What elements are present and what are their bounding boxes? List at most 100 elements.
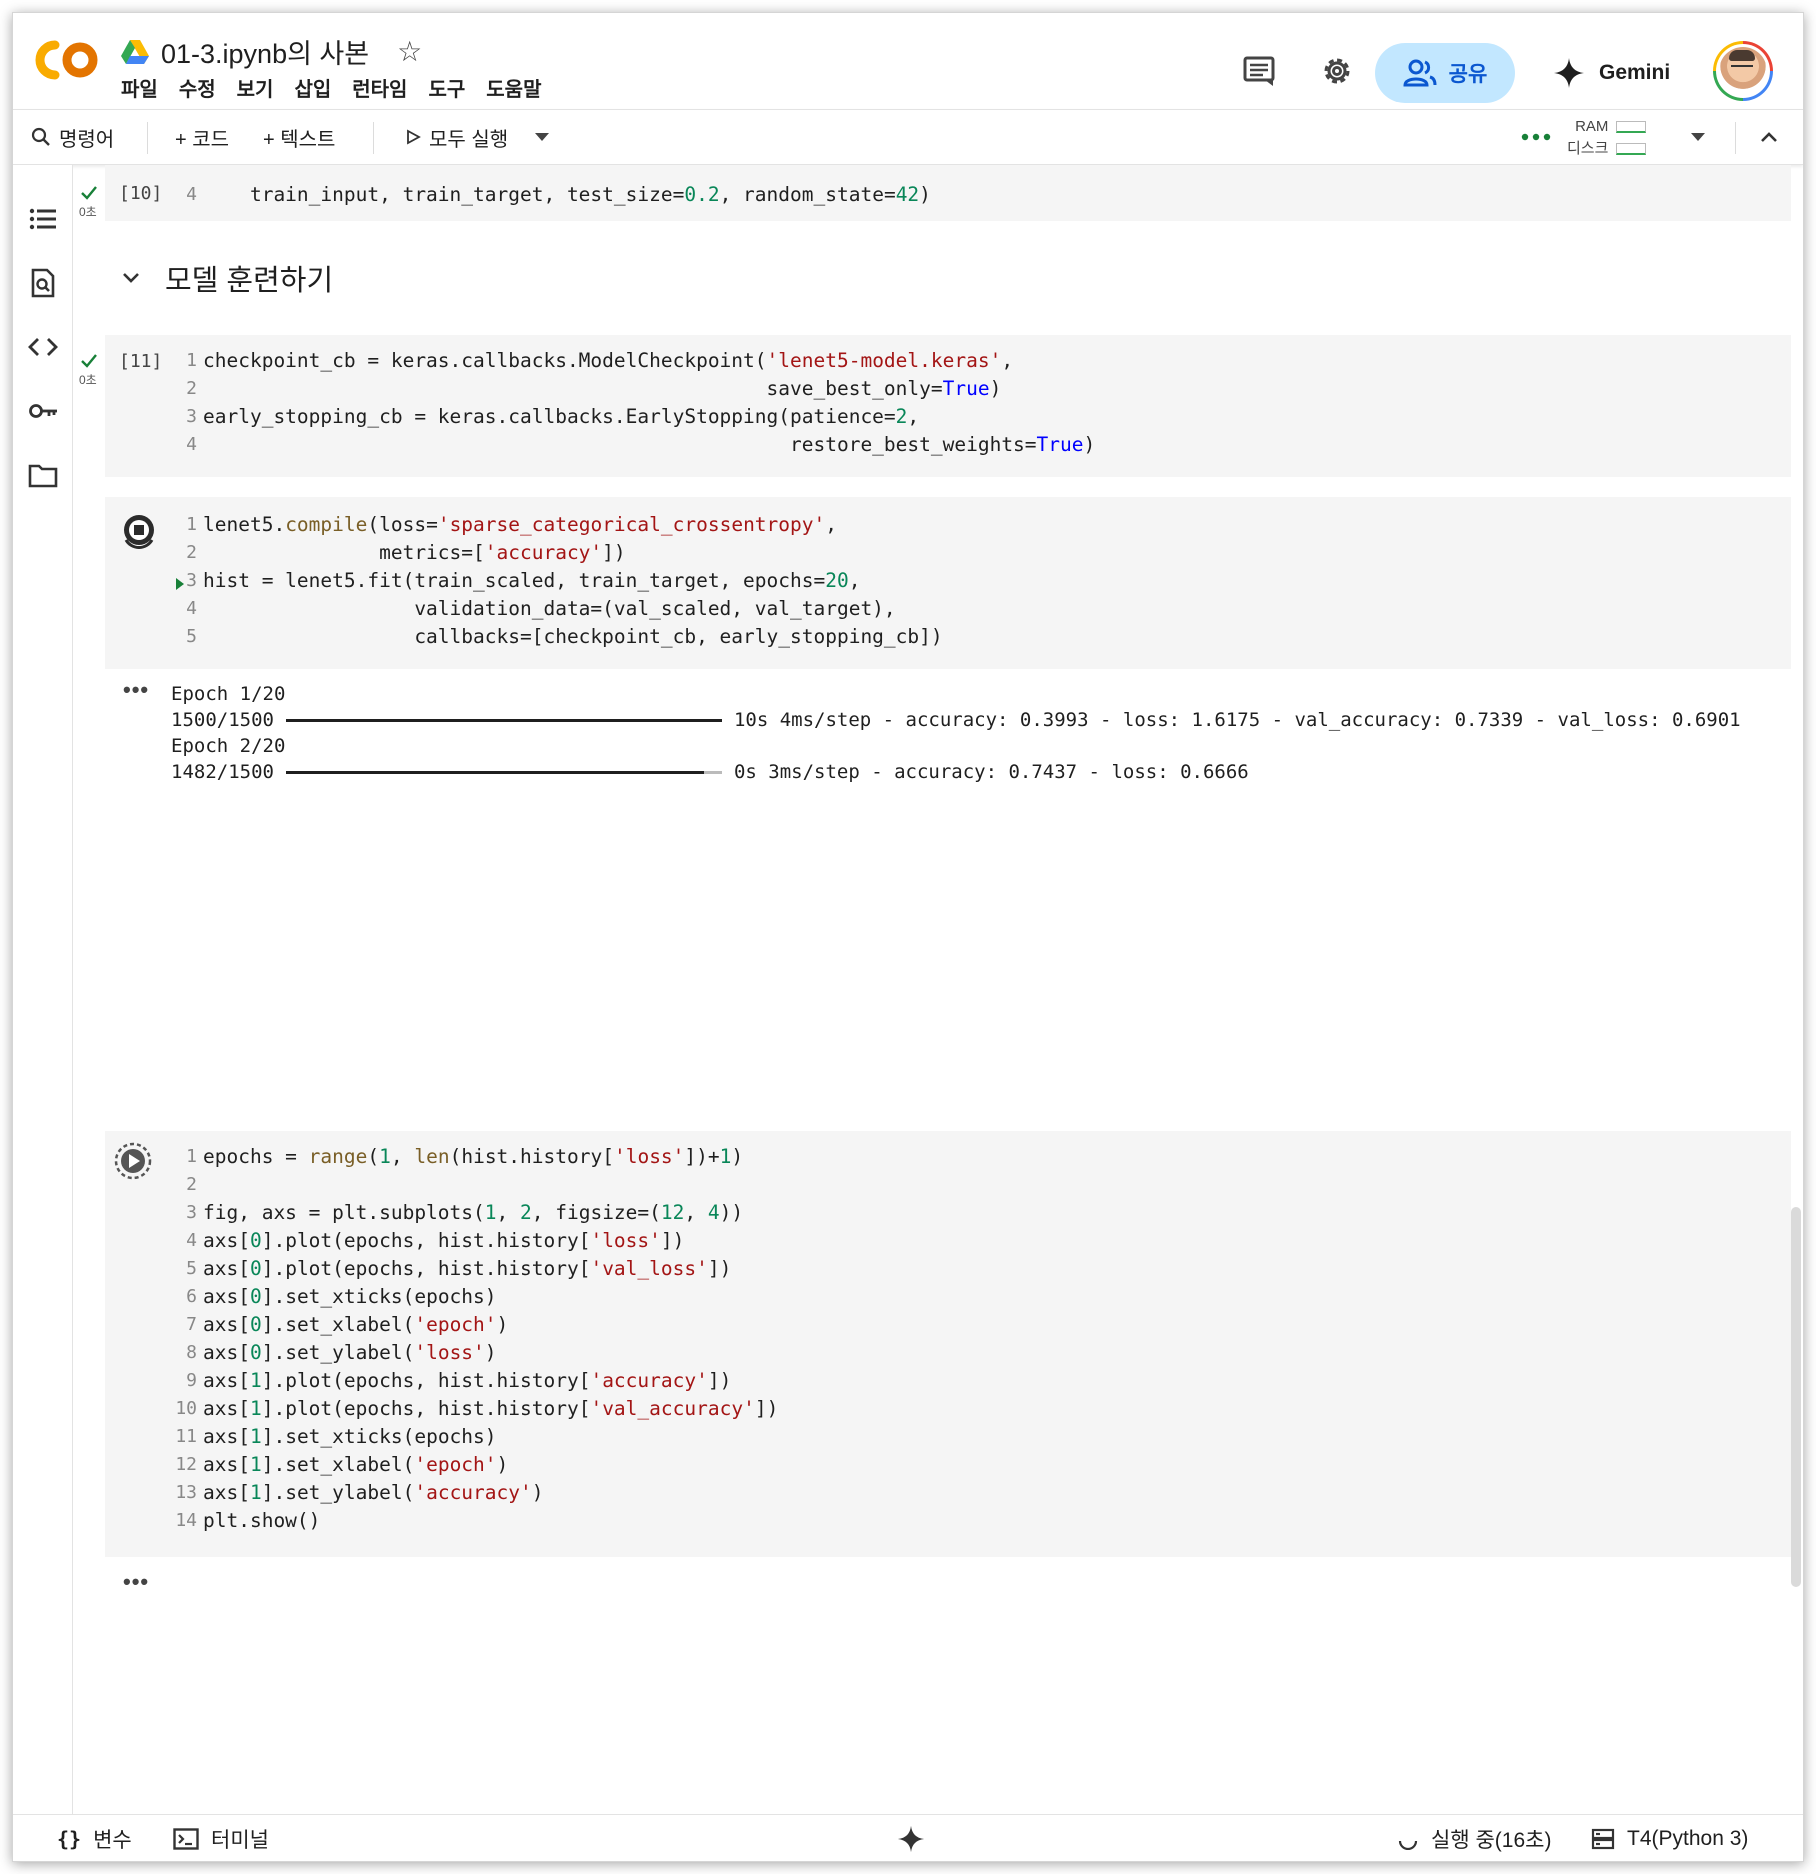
add-code-button[interactable]: + 코드 <box>175 110 229 164</box>
code-token: ( <box>367 1145 380 1168</box>
find-in-page-icon[interactable] <box>27 267 59 299</box>
section-collapse-chevron-icon[interactable] <box>121 271 141 285</box>
resource-monitor[interactable]: RAM 디스크 <box>1567 116 1647 160</box>
code-token: )) <box>719 1201 744 1224</box>
code-editor[interactable]: 1 epochs = range(1, len(hist.history['los… <box>105 1143 1791 1543</box>
resource-dropdown[interactable] <box>1689 110 1707 164</box>
code-token: train_input, train_target, test_size= <box>203 183 685 206</box>
vertical-scrollbar[interactable] <box>1791 1207 1801 1587</box>
menu-runtime[interactable]: 런타임 <box>352 73 407 102</box>
code-text: callbacks=[checkpoint_cb, early_stopping… <box>203 623 942 651</box>
line-number: 3 <box>186 406 197 427</box>
runtime-info-button[interactable]: T4(Python 3) <box>1591 1815 1749 1861</box>
menu-edit[interactable]: 수정 <box>179 73 216 102</box>
code-cell-11[interactable]: 0초 [11] 1 checkpoint_cb = keras.callbacks… <box>79 335 1791 477</box>
people-icon <box>1403 59 1437 87</box>
code-token: axs[ <box>203 1229 250 1252</box>
line-number: 13 <box>175 1482 197 1503</box>
code-token: metrics=[ <box>203 541 485 564</box>
code-token: compile <box>285 513 368 536</box>
run-all-label: 모두 실행 <box>429 128 509 151</box>
avatar[interactable] <box>1713 41 1773 101</box>
code-text: axs[0].set_xlabel('epoch') <box>203 1311 508 1339</box>
menu-insert[interactable]: 삽입 <box>294 73 331 102</box>
code-token: 'loss' <box>613 1145 685 1168</box>
code-token: axs[ <box>203 1397 250 1420</box>
code-token: 0 <box>249 1285 262 1308</box>
code-token: (hist.history[ <box>449 1145 614 1168</box>
table-of-contents-icon[interactable] <box>27 203 59 235</box>
output-step1: 1500/1500 <box>171 709 274 731</box>
key-icon[interactable] <box>27 395 59 427</box>
menu-view[interactable]: 보기 <box>237 73 274 102</box>
toolbar: 명령어 + 코드 + 텍스트 모두 실행 RAM 디스크 <box>13 109 1803 165</box>
code-token: ].set_xlabel( <box>261 1453 415 1476</box>
code-cell-12[interactable]: 1 lenet5.compile(loss='sparse_categorical… <box>105 497 1791 669</box>
caret-down-icon <box>535 133 549 141</box>
line-number: 12 <box>175 1454 197 1475</box>
check-icon <box>81 354 97 368</box>
code-token: 'accuracy' <box>590 1369 708 1392</box>
output-actions-ellipsis[interactable]: ••• <box>123 1569 149 1595</box>
code-token: ].plot(epochs, hist.history[ <box>261 1397 591 1420</box>
line-number: 11 <box>175 1426 197 1447</box>
add-text-button[interactable]: + 텍스트 <box>263 110 335 164</box>
notebook-title[interactable]: 01-3.ipynb의 사본 <box>161 32 369 71</box>
comment-icon[interactable] <box>1241 53 1277 89</box>
exec-time: 0초 <box>79 373 97 387</box>
code-cell-13[interactable]: 1 epochs = range(1, len(hist.history['los… <box>105 1131 1791 1557</box>
gemini-status-button[interactable] <box>897 1815 925 1861</box>
code-token: 'accuracy' <box>484 541 603 564</box>
code-text: axs[1].set_xlabel('epoch') <box>203 1451 508 1479</box>
code-editor[interactable]: 1 checkpoint_cb = keras.callbacks.ModelCh… <box>105 347 1791 467</box>
code-snippets-icon[interactable] <box>27 331 59 363</box>
code-token: 1 <box>249 1453 262 1476</box>
run-options-dropdown[interactable] <box>533 110 551 164</box>
variables-button[interactable]: {} 변수 <box>57 1815 132 1861</box>
section-title: 모델 훈련하기 <box>165 265 334 297</box>
menu-help[interactable]: 도움말 <box>486 73 541 102</box>
run-all-button[interactable]: 모두 실행 <box>405 110 508 164</box>
code-token: ].set_xticks(epochs) <box>261 1425 497 1448</box>
code-editor[interactable]: 1 lenet5.compile(loss='sparse_categorical… <box>105 511 1791 661</box>
running-status[interactable]: 실행 중(16초) <box>1397 1815 1551 1861</box>
star-icon[interactable]: ☆ <box>397 35 422 68</box>
output-epoch2: Epoch 2/20 <box>171 735 286 757</box>
code-editor[interactable]: 4 train_input, train_target, test_size=0… <box>105 181 1791 211</box>
toolbar-divider <box>373 122 374 154</box>
gear-icon[interactable] <box>1319 53 1355 89</box>
commands-button[interactable]: 명령어 <box>31 110 114 164</box>
google-drive-icon[interactable] <box>121 38 149 64</box>
line-number: 2 <box>186 378 197 399</box>
code-token: ].set_xticks(epochs) <box>261 1285 497 1308</box>
gemini-button[interactable]: Gemini <box>1553 51 1670 95</box>
code-token: 1 <box>719 1145 732 1168</box>
runtime-label: T4(Python 3) <box>1627 1827 1749 1850</box>
code-cell-10[interactable]: 0초 [10] 4 train_input, train_target, tes… <box>79 165 1791 221</box>
commands-label: 명령어 <box>59 128 115 151</box>
code-text: axs[1].set_xticks(epochs) <box>203 1423 497 1451</box>
menu-tools[interactable]: 도구 <box>428 73 465 102</box>
code-text: validation_data=(val_scaled, val_target)… <box>203 595 895 623</box>
code-token: True <box>1036 433 1084 456</box>
gemini-sparkle-icon <box>1554 58 1584 88</box>
line-number: 1 <box>186 350 197 371</box>
line-number: 4 <box>186 598 197 619</box>
code-token: ].plot(epochs, hist.history[ <box>261 1229 591 1252</box>
code-token: ].plot(epochs, hist.history[ <box>261 1369 591 1392</box>
disk-label: 디스크 <box>1567 140 1609 157</box>
collapse-header-button[interactable] <box>1759 110 1779 164</box>
code-text: train_input, train_target, test_size=0.2… <box>203 181 931 209</box>
code-token: 0 <box>249 1341 262 1364</box>
colab-logo[interactable] <box>33 37 101 83</box>
more-options-button[interactable] <box>1521 110 1551 164</box>
code-token: 1 <box>484 1201 497 1224</box>
menu-file[interactable]: 파일 <box>121 73 158 102</box>
disk-bar <box>1616 143 1647 156</box>
code-token: axs[ <box>203 1341 250 1364</box>
share-button[interactable]: 공유 <box>1375 43 1515 103</box>
terminal-button[interactable]: 터미널 <box>173 1815 269 1861</box>
folder-icon[interactable] <box>27 459 59 491</box>
output-actions-ellipsis[interactable]: ••• <box>123 677 149 703</box>
code-token: ]) <box>707 1257 732 1280</box>
